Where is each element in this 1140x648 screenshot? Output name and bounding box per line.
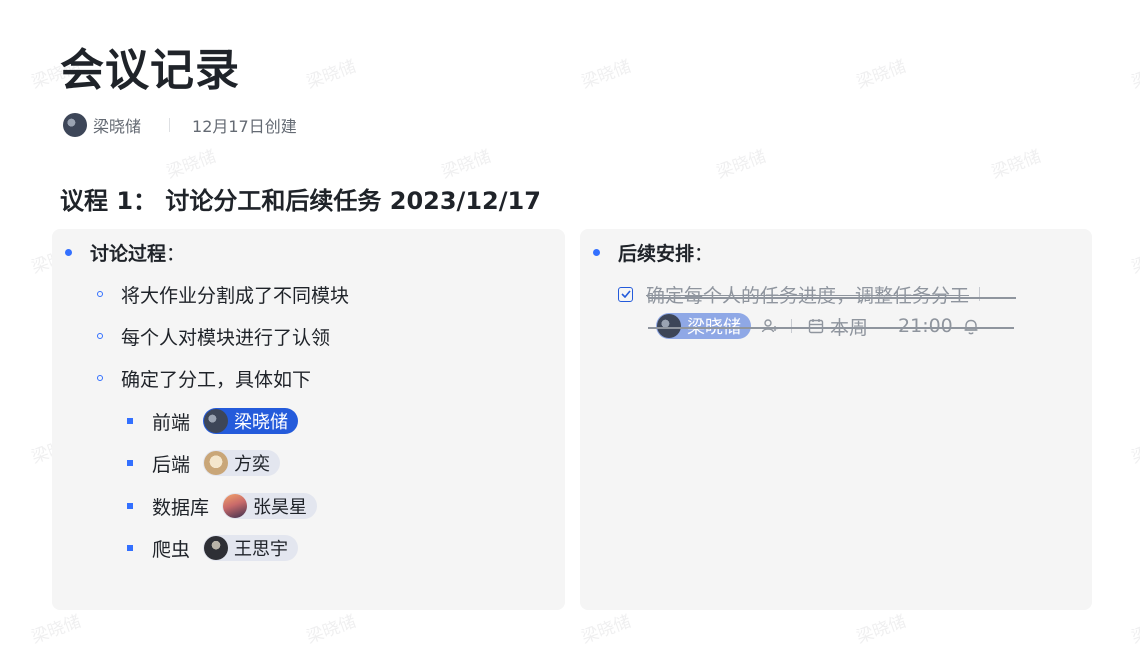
watermark-text: 梁晓储 <box>853 56 909 93</box>
watermark-text: 梁晓储 <box>988 146 1044 183</box>
bullet-icon <box>65 248 72 256</box>
square-bullet-icon <box>127 460 133 466</box>
avatar-dark-icon <box>657 314 681 338</box>
watermark-text: 梁晓储 <box>303 611 359 648</box>
task-checkbox[interactable] <box>618 286 633 302</box>
calendar-icon[interactable] <box>808 318 824 334</box>
hollow-bullet-icon <box>97 333 103 339</box>
discussion-heading-row: 讨论过程： <box>65 239 185 265</box>
assignment-item-database: 数据库 张昊星 <box>127 492 318 520</box>
avatar-dog-icon <box>204 451 229 475</box>
page-title: 会议记录 <box>60 45 240 96</box>
meta-divider <box>791 319 792 333</box>
strikethrough-line <box>648 327 1014 329</box>
watermark-text: 梁晓储 <box>1128 611 1140 648</box>
list-item: 将大作业分割成了不同模块 <box>97 281 349 307</box>
bell-icon[interactable] <box>963 318 979 335</box>
discussion-heading: 讨论过程 <box>90 242 167 265</box>
meta-divider <box>169 118 171 132</box>
author-name[interactable]: 梁晓储 <box>93 113 141 137</box>
check-icon <box>620 290 631 298</box>
task-row: 确定每个人的任务进度，调整任务分工 <box>618 281 981 308</box>
strikethrough-line <box>648 297 1016 299</box>
square-bullet-icon <box>127 545 133 551</box>
module-name: 爬虫 <box>152 538 191 561</box>
followup-panel: 后续安排： 确定每个人的任务进度，调整任务分工 梁晓储 本周 21:00 <box>580 229 1092 610</box>
list-item: 确定了分工，具体如下 <box>97 365 311 391</box>
mention-chip[interactable]: 张昊星 <box>222 493 318 519</box>
module-name: 数据库 <box>152 496 210 519</box>
agenda-heading: 议程 1： 讨论分工和后续任务 2023/12/17 <box>60 187 541 215</box>
watermark-text: 梁晓储 <box>713 146 769 183</box>
doc-meta: 梁晓储 12月17日创建 <box>63 112 297 138</box>
assignment-item-frontend: 前端 梁晓储 <box>127 407 299 435</box>
mention-chip[interactable]: 王思宇 <box>203 535 299 561</box>
assignment-item-crawler: 爬虫 王思宇 <box>127 534 299 562</box>
due-time[interactable]: 21:00 <box>898 315 953 337</box>
hollow-bullet-icon <box>97 291 103 297</box>
mention-name: 王思宇 <box>234 539 289 560</box>
list-item-text: 确定了分工，具体如下 <box>121 368 312 391</box>
watermark-text: 梁晓储 <box>303 56 359 93</box>
watermark-text: 梁晓储 <box>853 611 909 648</box>
followup-heading-colon: ： <box>694 242 714 265</box>
add-assignee-icon[interactable] <box>761 318 779 334</box>
mention-name: 梁晓储 <box>234 412 289 433</box>
avatar-person-icon <box>204 536 229 560</box>
list-item-text: 每个人对模块进行了认领 <box>121 326 331 349</box>
followup-heading: 后续安排 <box>618 242 695 265</box>
avatar-sunset-icon <box>223 494 248 518</box>
followup-heading-row: 后续安排： <box>593 239 713 265</box>
module-name: 后端 <box>152 453 191 476</box>
square-bullet-icon <box>127 418 133 424</box>
created-date: 12月17日创建 <box>192 117 297 136</box>
discussion-heading-colon: ： <box>166 242 186 265</box>
watermark-text: 梁晓储 <box>28 611 84 648</box>
watermark-text: 梁晓储 <box>1128 56 1140 93</box>
task-text[interactable]: 确定每个人的任务进度，调整任务分工 <box>646 281 969 308</box>
task-meta-row: 梁晓储 本周 21:00 <box>656 313 979 339</box>
mention-name: 方奕 <box>234 454 271 475</box>
assignment-item-backend: 后端 方奕 <box>127 449 281 477</box>
hollow-bullet-icon <box>97 375 103 381</box>
list-item-text: 将大作业分割成了不同模块 <box>121 284 350 307</box>
watermark-text: 梁晓储 <box>1128 431 1140 468</box>
square-bullet-icon <box>127 503 133 509</box>
bullet-icon <box>593 248 600 256</box>
module-name: 前端 <box>152 411 191 434</box>
mention-chip[interactable]: 梁晓储 <box>203 408 299 434</box>
assignee-chip[interactable]: 梁晓储 <box>656 313 751 339</box>
assignee-name: 梁晓储 <box>687 317 741 338</box>
watermark-text: 梁晓储 <box>578 611 634 648</box>
author-avatar[interactable] <box>63 113 87 137</box>
due-label[interactable]: 本周 <box>830 313 868 340</box>
watermark-text: 梁晓储 <box>1128 241 1140 278</box>
mention-chip[interactable]: 方奕 <box>203 450 281 476</box>
avatar-dark-icon <box>204 409 229 433</box>
discussion-panel: 讨论过程： 将大作业分割成了不同模块 每个人对模块进行了认领 确定了分工，具体如… <box>52 229 565 610</box>
watermark-text: 梁晓储 <box>163 146 219 183</box>
list-item: 每个人对模块进行了认领 <box>97 323 330 349</box>
watermark-text: 梁晓储 <box>578 56 634 93</box>
mention-name: 张昊星 <box>253 497 308 518</box>
watermark-text: 梁晓储 <box>438 146 494 183</box>
